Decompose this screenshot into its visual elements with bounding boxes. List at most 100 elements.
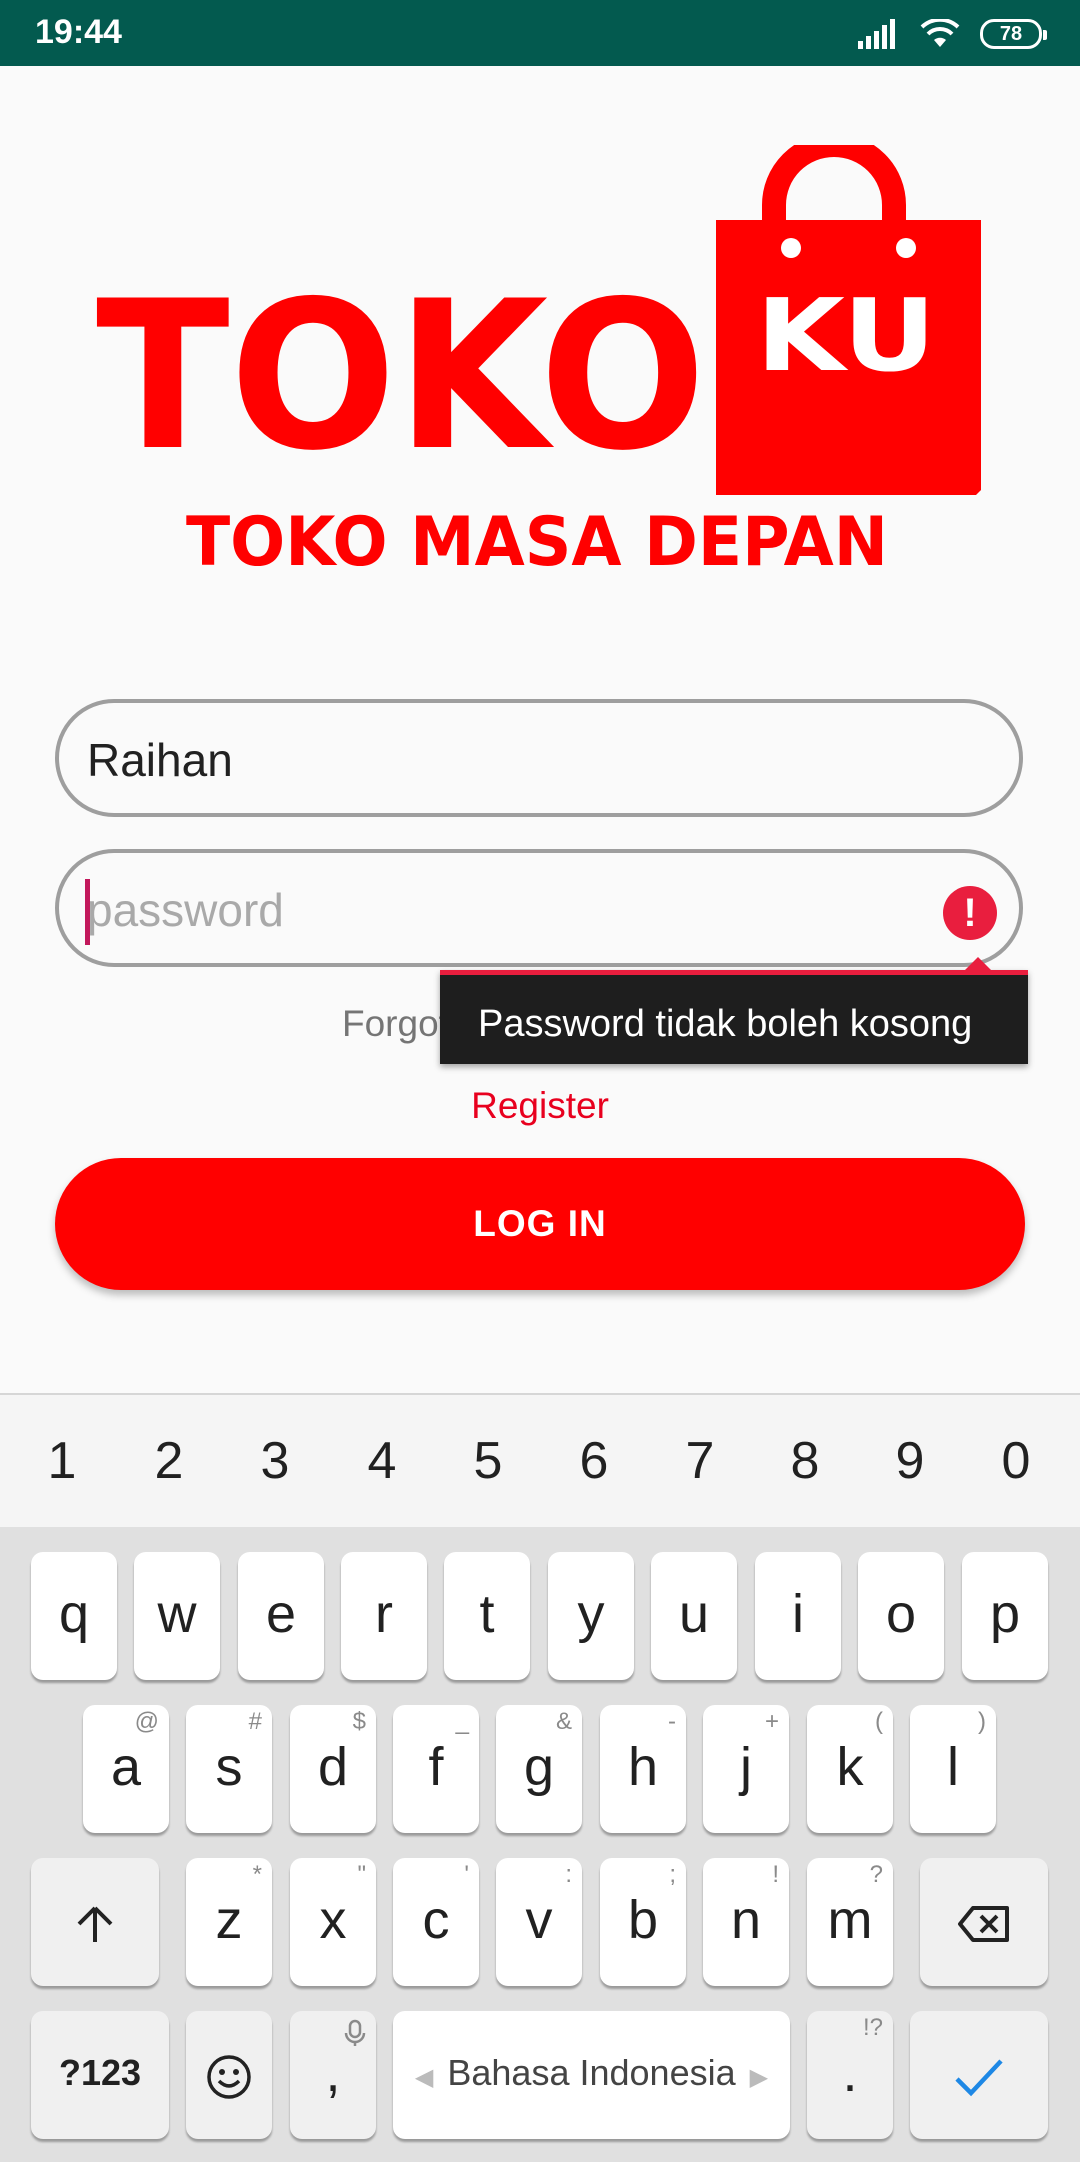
key-q[interactable]: q: [31, 1552, 117, 1680]
key-label: h: [627, 1737, 659, 1797]
key-r[interactable]: r: [341, 1552, 427, 1680]
key-label: k: [836, 1737, 864, 1797]
error-message: Password tidak boleh kosong: [478, 1003, 973, 1045]
key-label: n: [730, 1890, 762, 1950]
key-label: v: [525, 1890, 553, 1950]
key-f[interactable]: _ f: [393, 1705, 479, 1833]
key-x[interactable]: " x: [290, 1858, 376, 1986]
key-j[interactable]: + j: [703, 1705, 789, 1833]
key-hint: ;: [669, 1861, 676, 1888]
wifi-icon: [920, 19, 960, 47]
error-icon[interactable]: !: [943, 886, 997, 940]
key-hint: -: [668, 1708, 676, 1735]
password-placeholder: password: [87, 884, 284, 936]
status-bar: 19:44 78: [0, 0, 1080, 66]
key-m[interactable]: ? m: [807, 1858, 893, 1986]
key-v[interactable]: :v: [496, 1858, 582, 1986]
logo-tagline: TOKO MASA DEPAN: [186, 503, 888, 580]
key-1[interactable]: 1: [9, 1395, 115, 1527]
username-field[interactable]: Raihan: [55, 699, 1023, 817]
key-c[interactable]: ' c: [393, 1858, 479, 1986]
key-hint: !?: [862, 2014, 883, 2041]
key-label: b: [627, 1890, 659, 1950]
key-hint: @: [134, 1708, 159, 1735]
key-hint: ?: [869, 1861, 883, 1888]
chevron-right-icon: ▶: [749, 2064, 769, 2091]
key-label: ,: [325, 2043, 341, 2103]
key-hint: $: [352, 1708, 366, 1735]
key-a[interactable]: @ a: [83, 1705, 169, 1833]
login-button[interactable]: LOG IN: [55, 1158, 1025, 1290]
period-key[interactable]: !?.: [807, 2011, 893, 2139]
key-o[interactable]: o: [858, 1552, 944, 1680]
key-u[interactable]: u: [651, 1552, 737, 1680]
key-s[interactable]: # s: [186, 1705, 272, 1833]
key-label: a: [110, 1737, 142, 1797]
key-hint: &: [555, 1708, 572, 1735]
key-b[interactable]: ; b: [600, 1858, 686, 1986]
key-h[interactable]: -h: [600, 1705, 686, 1833]
key-i[interactable]: i: [755, 1552, 841, 1680]
key-2[interactable]: 2: [116, 1395, 222, 1527]
key-label: m: [827, 1890, 873, 1950]
key-label: l: [947, 1737, 959, 1797]
space-label: Bahasa Indonesia: [447, 2052, 736, 2093]
key-hint: *: [252, 1861, 262, 1888]
key-label: g: [523, 1737, 555, 1797]
backspace-icon: [958, 1905, 1009, 1942]
key-n[interactable]: ! n: [703, 1858, 789, 1986]
username-value: Raihan: [87, 734, 233, 786]
key-3[interactable]: 3: [222, 1395, 328, 1527]
key-g[interactable]: & g: [496, 1705, 582, 1833]
key-label: s: [215, 1737, 243, 1797]
key-hint: #: [248, 1708, 262, 1735]
logo-badge: KU: [756, 277, 936, 394]
shift-key[interactable]: [31, 1858, 159, 1986]
key-label: x: [319, 1890, 347, 1950]
key-p[interactable]: p: [962, 1552, 1048, 1680]
key-0[interactable]: 0: [963, 1395, 1069, 1527]
key-label: j: [740, 1737, 752, 1797]
key-k[interactable]: (k: [807, 1705, 893, 1833]
key-9[interactable]: 9: [857, 1395, 963, 1527]
key-t[interactable]: t: [444, 1552, 530, 1680]
done-key[interactable]: [910, 2011, 1048, 2139]
status-time: 19:44: [35, 13, 122, 51]
key-w[interactable]: w: [134, 1552, 220, 1680]
microphone-icon: [344, 2019, 366, 2046]
tooltip-arrow: [964, 957, 992, 971]
key-label: f: [428, 1737, 444, 1797]
key-z[interactable]: * z: [186, 1858, 272, 1986]
chevron-left-icon: ◀: [414, 2064, 434, 2091]
key-6[interactable]: 6: [541, 1395, 647, 1527]
key-5[interactable]: 5: [435, 1395, 541, 1527]
shift-icon: [77, 1906, 113, 1942]
checkmark-icon: [955, 2059, 1003, 2096]
register-link[interactable]: Register: [0, 1085, 1080, 1127]
key-label: c: [422, 1890, 450, 1950]
key-8[interactable]: 8: [752, 1395, 858, 1527]
key-hint: ': [464, 1861, 469, 1888]
key-l[interactable]: ) l: [910, 1705, 996, 1833]
key-4[interactable]: 4: [329, 1395, 435, 1527]
key-d[interactable]: $ d: [290, 1705, 376, 1833]
backspace-key[interactable]: [920, 1858, 1048, 1986]
bag-handle-icon: [762, 145, 906, 220]
key-y[interactable]: y: [548, 1552, 634, 1680]
error-tooltip: Password tidak boleh kosong: [440, 957, 1028, 1064]
key-hint: !: [772, 1861, 779, 1888]
password-field[interactable]: password !: [55, 849, 1023, 967]
key-label: d: [317, 1737, 349, 1797]
symbols-key[interactable]: ?123: [31, 2011, 169, 2139]
emoji-key[interactable]: [186, 2011, 272, 2139]
key-7[interactable]: 7: [647, 1395, 753, 1527]
key-hint: +: [764, 1708, 779, 1735]
number-row: 1 2 3 4 5 6 7 8 9 0: [0, 1395, 1080, 1527]
key-hint: :: [565, 1861, 572, 1888]
space-key[interactable]: ◀ Bahasa Indonesia ▶: [393, 2011, 790, 2139]
key-e[interactable]: e: [238, 1552, 324, 1680]
signal-icon: [858, 19, 895, 49]
key-hint: _: [455, 1708, 469, 1735]
key-hint: (: [875, 1708, 883, 1735]
comma-key[interactable]: ,: [290, 2011, 376, 2139]
